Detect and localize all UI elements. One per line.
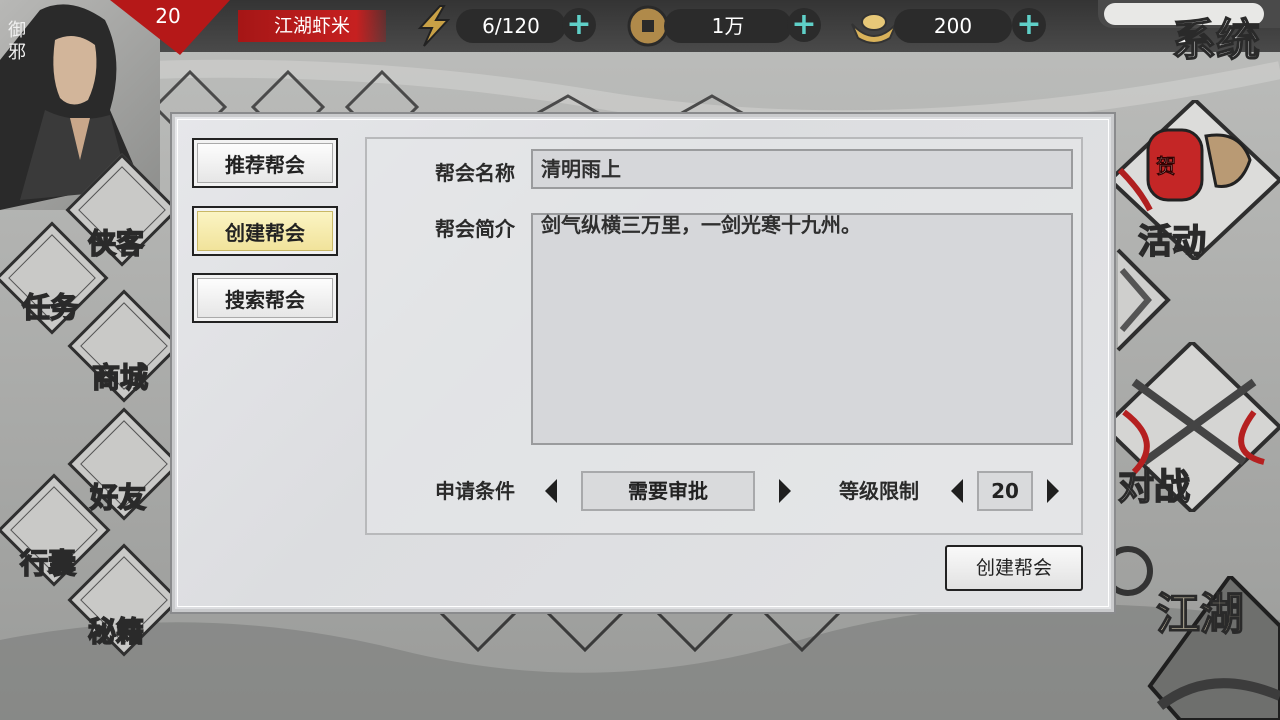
guild-name-label: 帮会名称 xyxy=(435,161,515,185)
friends-menu-label[interactable]: 好友 xyxy=(89,476,147,516)
tab-search-guild[interactable]: 搜索帮会 xyxy=(192,273,338,323)
apply-condition-select[interactable]: 需要审批 xyxy=(581,471,755,511)
player-level: 20 xyxy=(155,4,181,28)
task-menu-label[interactable]: 任务 xyxy=(21,286,79,326)
guild-intro-label: 帮会简介 xyxy=(435,217,515,241)
jianghu-menu-label[interactable]: 江湖 xyxy=(1155,589,1246,641)
tab-label: 创建帮会 xyxy=(197,211,333,251)
guild-intro-textarea[interactable]: 剑气纵横三万里，一剑光寒十九州。 xyxy=(531,213,1073,445)
add-stamina-button[interactable]: + xyxy=(562,8,596,42)
stamina-value: 6/120 xyxy=(456,9,566,43)
guild-name-input[interactable]: 清明雨上 xyxy=(531,149,1073,189)
manual-menu-label[interactable]: 秘籍 xyxy=(87,610,145,650)
tab-recommended-guilds[interactable]: 推荐帮会 xyxy=(192,138,338,188)
guild-dialog: 推荐帮会 创建帮会 搜索帮会 帮会名称 清明雨上 帮会简介 剑气纵横三万里，一剑… xyxy=(172,114,1114,612)
apply-prev-arrow-icon[interactable] xyxy=(543,477,559,505)
battle-menu-label[interactable]: 对战 xyxy=(1117,458,1191,510)
tab-label: 搜索帮会 xyxy=(197,278,333,318)
player-name: 御邪 xyxy=(8,20,26,63)
tab-label: 推荐帮会 xyxy=(197,143,333,183)
create-guild-form: 帮会名称 清明雨上 帮会简介 剑气纵横三万里，一剑光寒十九州。 申请条件 需要审… xyxy=(365,137,1083,535)
lightning-icon xyxy=(417,5,451,47)
bag-menu-label[interactable]: 行囊 xyxy=(19,542,77,582)
level-limit-value[interactable]: 20 xyxy=(977,471,1033,511)
level-limit-label: 等级限制 xyxy=(839,479,919,503)
system-menu-button[interactable]: 系统 xyxy=(1171,4,1261,68)
activity-lantern-glyph: 贺 xyxy=(1156,154,1177,179)
level-prev-arrow-icon[interactable] xyxy=(949,477,965,505)
apply-next-arrow-icon[interactable] xyxy=(777,477,793,505)
coins-value: 1万 xyxy=(664,9,792,43)
level-next-arrow-icon[interactable] xyxy=(1045,477,1061,505)
player-title-badge: 江湖虾米 xyxy=(238,10,386,42)
tab-create-guild[interactable]: 创建帮会 xyxy=(192,206,338,256)
gold-ingot-icon xyxy=(851,13,897,44)
xiake-menu-label[interactable]: 侠客 xyxy=(87,222,145,262)
apply-condition-label: 申请条件 xyxy=(435,479,515,503)
add-coins-button[interactable]: + xyxy=(787,8,821,42)
shop-menu-label[interactable]: 商城 xyxy=(91,356,149,396)
add-ingots-button[interactable]: + xyxy=(1012,8,1046,42)
ingots-value: 200 xyxy=(894,9,1012,43)
create-guild-button[interactable]: 创建帮会 xyxy=(945,545,1083,591)
